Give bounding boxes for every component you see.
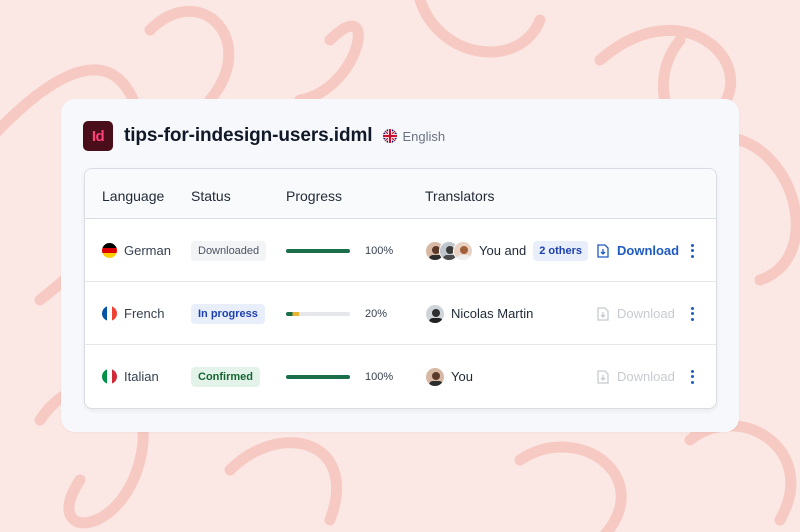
table-header: Language Status Progress Translators [85,169,716,219]
progress-cell: 20% [286,282,406,345]
column-header-translators: Translators [425,188,495,204]
flag-italy-icon [102,369,117,384]
translator-name: You [451,369,473,384]
language-cell: French [102,282,164,345]
file-name: tips-for-indesign-users.idml [124,125,373,146]
progress-bar [286,311,350,316]
more-options-icon[interactable] [690,369,694,384]
language-name: Italian [124,369,159,384]
column-header-language: Language [102,188,165,204]
status-badge: Confirmed [191,366,260,387]
language-name: German [124,243,171,258]
avatar [453,240,473,261]
avatar-group [425,303,445,324]
flag-france-icon [102,306,117,321]
column-header-status: Status [191,188,231,204]
progress-bar [286,248,350,253]
source-language: English [402,128,446,144]
avatar-group [425,366,445,387]
progress-percent: 100% [365,370,394,383]
progress-percent: 100% [365,244,394,257]
translators-cell: You [425,345,473,408]
status-cell: Downloaded [191,219,267,282]
download-cell: Download [597,282,675,345]
translators-cell: You and 2 others [425,219,589,282]
row-menu-cell [690,345,694,408]
more-options-icon[interactable] [690,243,694,258]
translators-cell: Nicolas Martin [425,282,533,345]
download-button[interactable]: Download [597,306,675,321]
progress-percent: 20% [365,307,388,320]
table-row[interactable]: German Downloaded 100% You and 2 others … [85,219,716,282]
download-cell: Download [597,219,679,282]
table-row[interactable]: Italian Confirmed 100% You Download [85,345,716,408]
language-cell: Italian [102,345,159,408]
translator-name: You and [479,243,527,258]
column-header-progress: Progress [286,188,343,204]
download-button[interactable]: Download [597,369,675,384]
avatar [425,366,445,387]
language-cell: German [102,219,171,282]
file-card: Id tips-for-indesign-users.idml English … [61,99,739,432]
status-cell: In progress [191,282,265,345]
file-header: Id tips-for-indesign-users.idml English [83,121,445,151]
download-label: Download [617,306,675,321]
file-download-icon [597,369,609,384]
flag-uk-icon [383,129,398,143]
more-options-icon[interactable] [690,306,694,321]
row-menu-cell [690,282,694,345]
table-row[interactable]: French In progress 20% Nicolas Martin Do… [85,282,716,345]
file-download-icon [597,243,609,258]
download-cell: Download [597,345,675,408]
others-badge[interactable]: 2 others [533,240,589,261]
download-label: Download [617,369,675,384]
file-download-icon [597,306,609,321]
status-badge: Downloaded [191,240,267,261]
progress-bar [286,374,350,379]
flag-germany-icon [102,243,117,258]
avatar-group [425,240,473,261]
progress-cell: 100% [286,345,406,408]
status-badge: In progress [191,303,265,324]
status-cell: Confirmed [191,345,260,408]
download-button[interactable]: Download [597,243,679,258]
download-label: Download [617,243,680,258]
row-menu-cell [690,219,694,282]
language-name: French [124,306,165,321]
translations-table: Language Status Progress Translators Ger… [84,168,717,409]
translator-name: Nicolas Martin [451,306,534,321]
progress-cell: 100% [286,219,406,282]
avatar [425,303,445,324]
indesign-logo-icon: Id [83,121,113,151]
